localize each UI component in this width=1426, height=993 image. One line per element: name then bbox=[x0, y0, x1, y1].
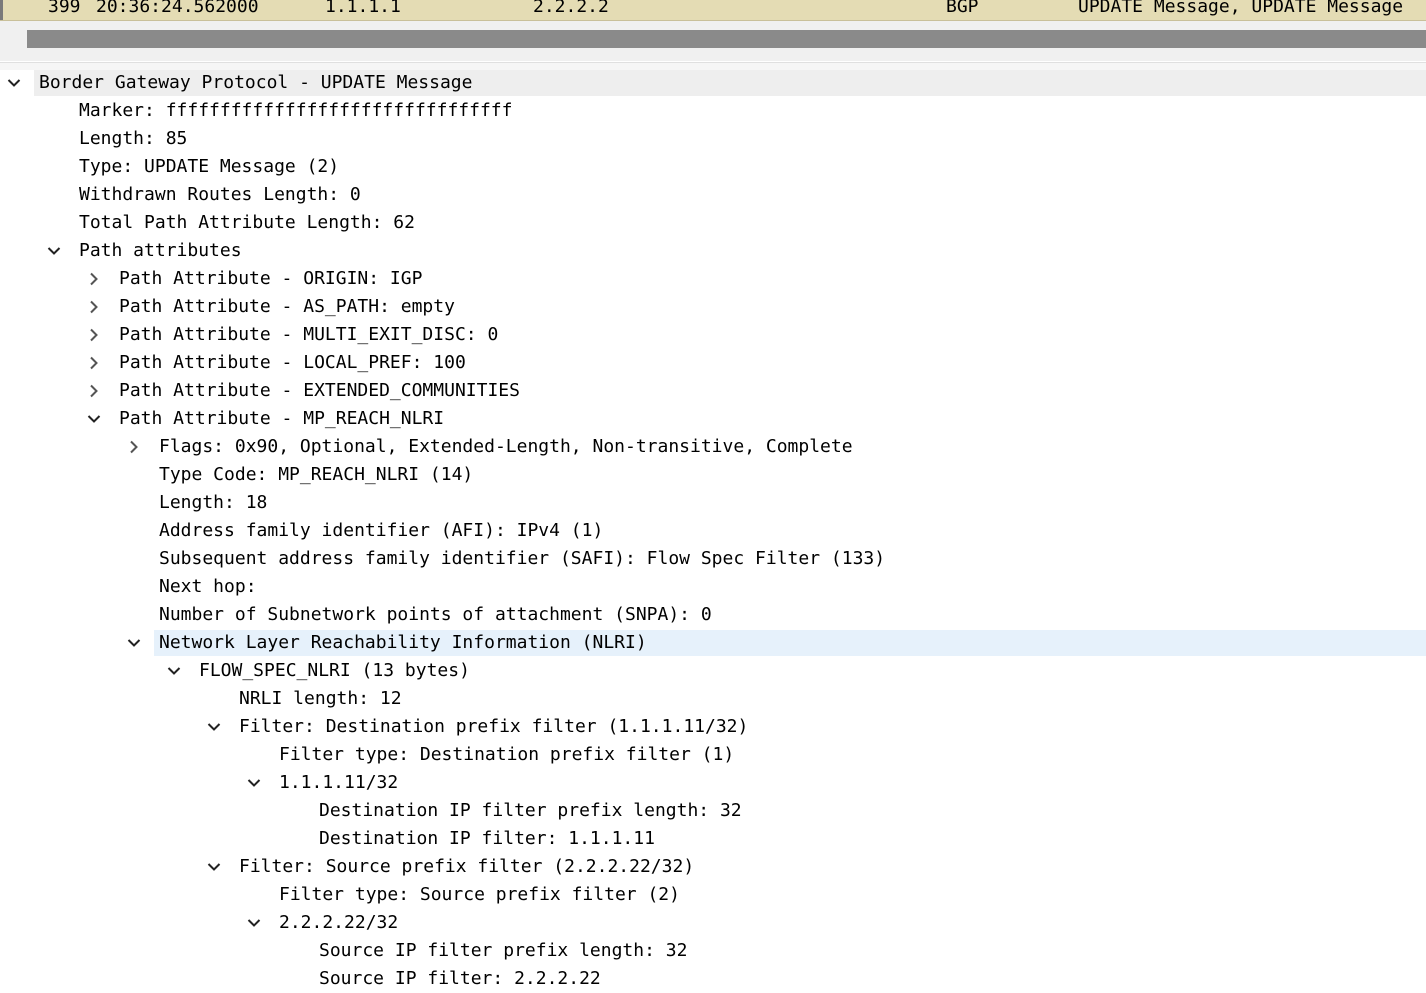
tree-row-label: 1.1.1.11/32 bbox=[279, 772, 399, 793]
tree-row-label: Border Gateway Protocol - UPDATE Message bbox=[39, 72, 473, 93]
tree-row[interactable]: Address family identifier (AFI): IPv4 (1… bbox=[0, 517, 1426, 545]
tree-row-label: Filter type: Source prefix filter (2) bbox=[279, 884, 680, 905]
tree-row-label: Marker: ffffffffffffffffffffffffffffffff bbox=[79, 100, 513, 121]
tree-row-label: Path Attribute - MP_REACH_NLRI bbox=[119, 408, 445, 429]
tree-row-label: Type Code: MP_REACH_NLRI (14) bbox=[159, 464, 474, 485]
packet-destination: 2.2.2.2 bbox=[533, 0, 609, 17]
tree-row-label: Path Attribute - LOCAL_PREF: 100 bbox=[119, 352, 466, 373]
tree-row-label: 2.2.2.22/32 bbox=[279, 912, 399, 933]
tree-row-label: Path Attribute - MULTI_EXIT_DISC: 0 bbox=[119, 324, 499, 345]
tree-row-label: Length: 18 bbox=[159, 492, 268, 513]
tree-row[interactable]: Source IP filter: 2.2.2.22 bbox=[0, 965, 1426, 993]
tree-row[interactable]: Path Attribute - MULTI_EXIT_DISC: 0 bbox=[0, 321, 1426, 349]
tree-row[interactable]: Filter: Source prefix filter (2.2.2.22/3… bbox=[0, 853, 1426, 881]
tree-row[interactable]: Subsequent address family identifier (SA… bbox=[0, 545, 1426, 573]
chevron-right-icon[interactable] bbox=[127, 440, 141, 454]
tree-row[interactable]: Number of Subnetwork points of attachmen… bbox=[0, 601, 1426, 629]
tree-row[interactable]: Type: UPDATE Message (2) bbox=[0, 153, 1426, 181]
chevron-down-icon[interactable] bbox=[47, 244, 61, 258]
tree-row[interactable]: FLOW_SPEC_NLRI (13 bytes) bbox=[0, 657, 1426, 685]
tree-row[interactable]: Source IP filter prefix length: 32 bbox=[0, 937, 1426, 965]
tree-row[interactable]: Path Attribute - ORIGIN: IGP bbox=[0, 265, 1426, 293]
chevron-down-icon[interactable] bbox=[167, 664, 181, 678]
tree-row[interactable]: Filter type: Source prefix filter (2) bbox=[0, 881, 1426, 909]
tree-row-label: Filter: Destination prefix filter (1.1.1… bbox=[239, 716, 749, 737]
tree-row[interactable]: Path Attribute - LOCAL_PREF: 100 bbox=[0, 349, 1426, 377]
tree-row-label: Address family identifier (AFI): IPv4 (1… bbox=[159, 520, 604, 541]
scrollbar-thumb[interactable] bbox=[27, 30, 1426, 48]
tree-row[interactable]: Path attributes bbox=[0, 237, 1426, 265]
tree-row[interactable]: NRLI length: 12 bbox=[0, 685, 1426, 713]
tree-row-label: Next hop: bbox=[159, 576, 257, 597]
tree-row-label: Subsequent address family identifier (SA… bbox=[159, 548, 886, 569]
tree-row[interactable]: Length: 85 bbox=[0, 125, 1426, 153]
tree-row[interactable]: Marker: ffffffffffffffffffffffffffffffff bbox=[0, 97, 1426, 125]
packet-info: UPDATE Message, UPDATE Message bbox=[1078, 0, 1404, 17]
chevron-down-icon[interactable] bbox=[127, 636, 141, 650]
tree-row[interactable]: Withdrawn Routes Length: 0 bbox=[0, 181, 1426, 209]
tree-row-label: NRLI length: 12 bbox=[239, 688, 402, 709]
tree-row[interactable]: 1.1.1.11/32 bbox=[0, 769, 1426, 797]
chevron-down-icon[interactable] bbox=[87, 412, 101, 426]
tree-row[interactable]: Total Path Attribute Length: 62 bbox=[0, 209, 1426, 237]
chevron-down-icon[interactable] bbox=[207, 720, 221, 734]
packet-list-row[interactable]: 399 20:36:24.562000 1.1.1.1 2.2.2.2 BGP … bbox=[0, 0, 1426, 21]
tree-row-label: Flags: 0x90, Optional, Extended-Length, … bbox=[159, 436, 853, 457]
tree-row-label: Type: UPDATE Message (2) bbox=[79, 156, 340, 177]
tree-row[interactable]: Border Gateway Protocol - UPDATE Message bbox=[0, 69, 1426, 97]
chevron-down-icon[interactable] bbox=[247, 916, 261, 930]
tree-row[interactable]: Flags: 0x90, Optional, Extended-Length, … bbox=[0, 433, 1426, 461]
tree-row[interactable]: Filter type: Destination prefix filter (… bbox=[0, 741, 1426, 769]
tree-row[interactable]: Path Attribute - AS_PATH: empty bbox=[0, 293, 1426, 321]
tree-row[interactable]: Destination IP filter prefix length: 32 bbox=[0, 797, 1426, 825]
tree-row[interactable]: Next hop: bbox=[0, 573, 1426, 601]
chevron-down-icon[interactable] bbox=[247, 776, 261, 790]
packet-row-marker bbox=[0, 0, 3, 20]
chevron-down-icon[interactable] bbox=[207, 860, 221, 874]
packet-details-tree: Border Gateway Protocol - UPDATE Message… bbox=[0, 69, 1426, 993]
chevron-right-icon[interactable] bbox=[87, 300, 101, 314]
tree-row-label: Withdrawn Routes Length: 0 bbox=[79, 184, 361, 205]
tree-row[interactable]: Length: 18 bbox=[0, 489, 1426, 517]
packet-time: 20:36:24.562000 bbox=[96, 0, 259, 17]
packet-source: 1.1.1.1 bbox=[325, 0, 401, 17]
tree-row-label: Source IP filter prefix length: 32 bbox=[319, 940, 688, 961]
tree-row-label: Total Path Attribute Length: 62 bbox=[79, 212, 415, 233]
tree-row-label: Path Attribute - AS_PATH: empty bbox=[119, 296, 455, 317]
chevron-right-icon[interactable] bbox=[87, 272, 101, 286]
packet-no: 399 bbox=[48, 0, 81, 17]
tree-row-label: Source IP filter: 2.2.2.22 bbox=[319, 968, 601, 989]
tree-row[interactable]: Path Attribute - EXTENDED_COMMUNITIES bbox=[0, 377, 1426, 405]
tree-row[interactable]: Destination IP filter: 1.1.1.11 bbox=[0, 825, 1426, 853]
tree-row-label: Destination IP filter: 1.1.1.11 bbox=[319, 828, 655, 849]
packet-protocol: BGP bbox=[946, 0, 979, 17]
horizontal-scrollbar[interactable] bbox=[0, 21, 1426, 61]
tree-row-label: Destination IP filter prefix length: 32 bbox=[319, 800, 742, 821]
tree-row-label: Number of Subnetwork points of attachmen… bbox=[159, 604, 712, 625]
chevron-right-icon[interactable] bbox=[87, 328, 101, 342]
tree-row[interactable]: Path Attribute - MP_REACH_NLRI bbox=[0, 405, 1426, 433]
tree-row-label: Length: 85 bbox=[79, 128, 188, 149]
chevron-right-icon[interactable] bbox=[87, 356, 101, 370]
tree-row-label: Path Attribute - EXTENDED_COMMUNITIES bbox=[119, 380, 520, 401]
tree-row-label: Network Layer Reachability Information (… bbox=[159, 632, 647, 653]
tree-row-label: FLOW_SPEC_NLRI (13 bytes) bbox=[199, 660, 470, 681]
tree-row-label: Path attributes bbox=[79, 240, 242, 261]
tree-row-label: Filter: Source prefix filter (2.2.2.22/3… bbox=[239, 856, 695, 877]
tree-row[interactable]: Type Code: MP_REACH_NLRI (14) bbox=[0, 461, 1426, 489]
tree-row[interactable]: Network Layer Reachability Information (… bbox=[0, 629, 1426, 657]
tree-row[interactable]: Filter: Destination prefix filter (1.1.1… bbox=[0, 713, 1426, 741]
chevron-down-icon[interactable] bbox=[7, 76, 21, 90]
tree-row-label: Filter type: Destination prefix filter (… bbox=[279, 744, 735, 765]
tree-row[interactable]: 2.2.2.22/32 bbox=[0, 909, 1426, 937]
tree-row-label: Path Attribute - ORIGIN: IGP bbox=[119, 268, 423, 289]
chevron-right-icon[interactable] bbox=[87, 384, 101, 398]
